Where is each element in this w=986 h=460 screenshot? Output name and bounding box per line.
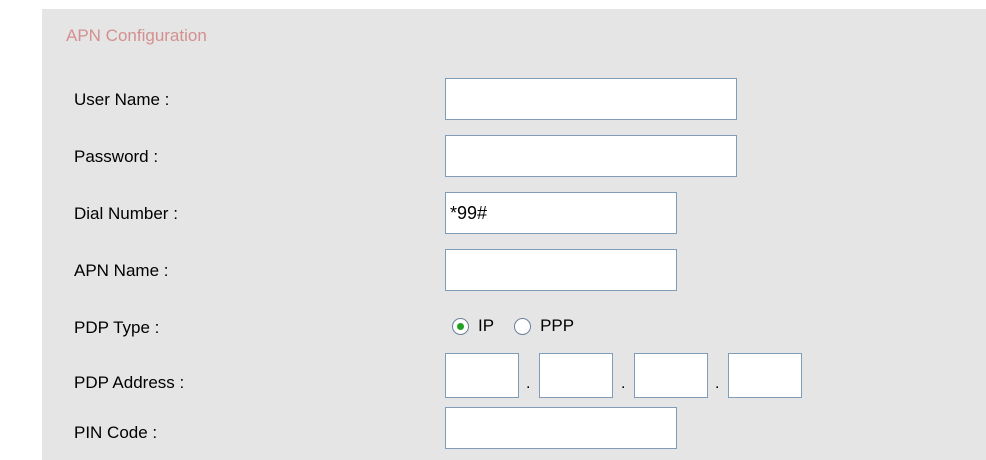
password-label: Password : (74, 147, 159, 166)
radio-checked-icon[interactable] (452, 317, 469, 335)
pdp-type-row: PDP Type : IP PPP (42, 306, 986, 352)
pdp-address-octet-2[interactable] (539, 353, 613, 398)
user-name-input[interactable] (445, 78, 737, 120)
apn-configuration-panel: APN Configuration User Name : Password :… (42, 9, 986, 460)
password-row: Password : (42, 135, 986, 181)
dial-number-input[interactable] (445, 192, 677, 234)
pdp-address-dot-1: . (526, 375, 531, 392)
apn-name-input[interactable] (445, 249, 677, 291)
pdp-type-ppp-label: PPP (540, 316, 575, 335)
pdp-type-ppp-option[interactable]: PPP (514, 316, 574, 336)
apn-name-row: APN Name : (42, 249, 986, 295)
dial-number-label: Dial Number : (74, 204, 178, 223)
pdp-address-octet-1[interactable] (445, 353, 519, 398)
pdp-address-dot-3: . (715, 375, 720, 392)
pdp-address-row: PDP Address : . . . (42, 353, 986, 399)
pin-code-label: PIN Code : (74, 423, 158, 442)
apn-name-label: APN Name : (74, 261, 169, 280)
password-input[interactable] (445, 135, 737, 177)
pdp-type-ip-option[interactable]: IP (452, 316, 494, 336)
pdp-type-label: PDP Type : (74, 318, 160, 337)
pdp-address-octet-4[interactable] (728, 353, 802, 398)
user-name-label: User Name : (74, 90, 170, 109)
pdp-type-ip-label: IP (478, 316, 495, 335)
dial-number-row: Dial Number : (42, 192, 986, 238)
pdp-type-radio-group: IP PPP (452, 316, 594, 336)
pin-code-row: PIN Code : (42, 407, 986, 453)
pdp-address-dot-2: . (621, 375, 626, 392)
user-name-row: User Name : (42, 78, 986, 124)
section-title: APN Configuration (66, 26, 207, 45)
pin-code-input[interactable] (445, 407, 677, 449)
pdp-address-octet-3[interactable] (634, 353, 708, 398)
radio-unchecked-icon[interactable] (514, 317, 532, 335)
pdp-address-label: PDP Address : (74, 373, 185, 392)
